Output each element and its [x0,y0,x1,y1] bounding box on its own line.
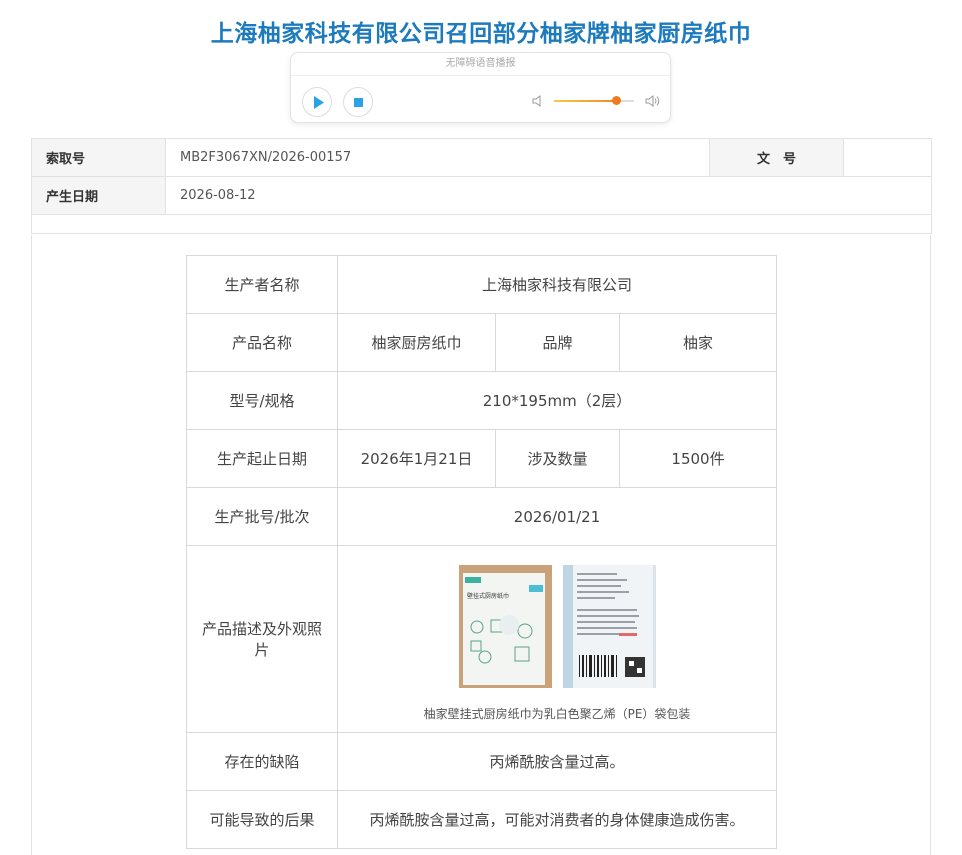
model-label: 型号/规格 [186,371,338,430]
product-photo-front[interactable]: 壁挂式厨房纸巾 [458,565,552,688]
description-cell: 壁挂式厨房纸巾 柚家壁挂式厨房纸巾为乳白色聚乙烯（PE）袋包装 [336,545,778,733]
photo-caption: 柚家壁挂式厨房纸巾为乳白色聚乙烯（PE）袋包装 [423,707,691,721]
production-date-value: 2026年1月21日 [337,429,496,488]
product-back-image [562,565,656,688]
batch-value: 2026/01/21 [336,487,778,546]
brand-label: 品牌 [495,313,620,372]
index-label: 索取号 [31,138,166,177]
production-date-label: 生产起止日期 [186,429,338,488]
meta-spacer [31,214,932,234]
producer-label: 生产者名称 [186,255,338,314]
quantity-label: 涉及数量 [495,429,620,488]
recall-detail-table: 生产者名称 上海柚家科技有限公司 产品名称 柚家厨房纸巾 品牌 柚家 型号/规格… [186,255,778,849]
defect-label: 存在的缺陷 [186,732,338,791]
date-label: 产生日期 [31,176,166,215]
consequence-label: 可能导致的后果 [186,790,338,849]
player-label: 无障碍语音播报 [291,53,670,76]
stop-button[interactable] [343,87,373,117]
stop-icon [354,98,363,107]
volume-fill [554,100,617,102]
defect-value: 丙烯酰胺含量过高。 [336,732,778,791]
front-package-text: 壁挂式厨房纸巾 [467,592,509,600]
play-button[interactable] [302,87,332,117]
volume-knob[interactable] [612,96,622,105]
page-title: 上海柚家科技有限公司召回部分柚家牌柚家厨房纸巾 [210,21,752,47]
index-value: MB2F3067XN/2026-00157 [165,138,710,177]
volume-high-icon[interactable] [644,94,662,108]
audio-player: 无障碍语音播报 [290,52,671,123]
doc-no-value [843,138,932,177]
meta-table: 索取号 MB2F3067XN/2026-00157 文 号 产生日期 2026-… [31,138,932,234]
producer-value: 上海柚家科技有限公司 [336,255,778,314]
batch-label: 生产批号/批次 [186,487,338,546]
product-photo-back[interactable] [562,565,656,688]
quantity-value: 1500件 [618,429,778,488]
consequence-value: 丙烯酰胺含量过高，可能对消费者的身体健康造成伤害。 [336,790,778,849]
date-value: 2026-08-12 [165,176,932,215]
doc-no-label: 文 号 [709,138,844,177]
play-icon [314,96,324,109]
product-label: 产品名称 [186,313,338,372]
product-value: 柚家厨房纸巾 [337,313,496,372]
brand-value: 柚家 [618,313,778,372]
product-front-image: 壁挂式厨房纸巾 [458,565,552,688]
description-label: 产品描述及外观照片 [186,545,338,733]
volume-low-icon[interactable] [531,94,545,108]
model-value: 210*195mm（2层） [336,371,778,430]
volume-slider[interactable] [554,96,634,105]
